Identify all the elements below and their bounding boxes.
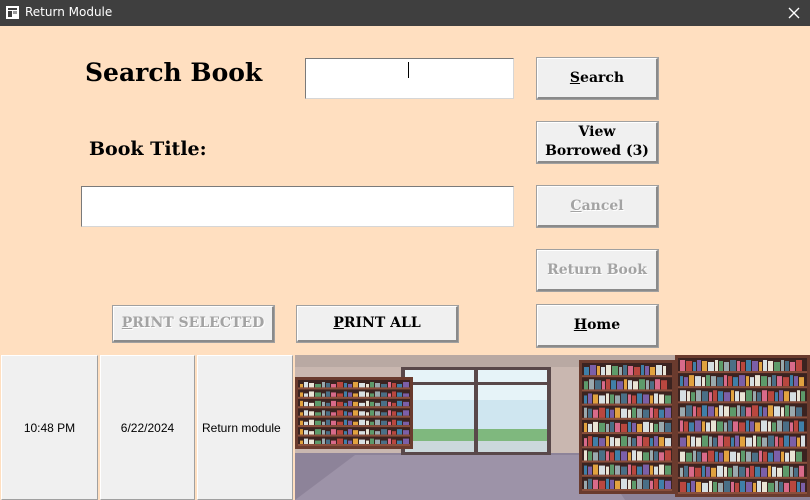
cancel-button-mnemonic: C bbox=[570, 197, 582, 214]
app-form-icon bbox=[6, 6, 19, 19]
return-book-button[interactable]: Return Book bbox=[537, 250, 658, 291]
cancel-button-label: ancel bbox=[581, 197, 624, 214]
print-all-button[interactable]: P RINT ALL bbox=[297, 306, 458, 342]
status-time-panel: 10:48 PM bbox=[1, 355, 98, 500]
view-borrowed-line1: View bbox=[578, 124, 616, 140]
status-module-panel: Return module bbox=[197, 355, 293, 500]
home-button[interactable]: Home bbox=[537, 305, 658, 347]
print-selected-mnemonic: P bbox=[121, 315, 133, 331]
search-button-mnemonic: S bbox=[569, 69, 581, 86]
close-button[interactable] bbox=[778, 0, 810, 26]
search-input[interactable] bbox=[305, 58, 514, 99]
status-date: 6/22/2024 bbox=[120, 420, 175, 435]
print-all-mnemonic: P bbox=[333, 315, 344, 331]
text-caret bbox=[408, 62, 409, 78]
search-button[interactable]: Search bbox=[537, 58, 658, 99]
library-illustration bbox=[295, 355, 810, 500]
home-button-mnemonic: H bbox=[573, 317, 588, 333]
close-icon bbox=[788, 7, 800, 19]
status-module: Return module bbox=[202, 420, 281, 435]
status-date-panel: 6/22/2024 bbox=[100, 355, 195, 500]
window-title: Return Module bbox=[25, 5, 113, 19]
search-button-label: earch bbox=[580, 69, 625, 86]
cancel-button[interactable]: Cancel bbox=[537, 186, 658, 227]
title-bar: Return Module bbox=[0, 0, 810, 26]
print-selected-button[interactable]: P RINT SELECTED bbox=[113, 306, 274, 342]
print-all-label: RINT ALL bbox=[343, 315, 421, 331]
home-button-label: ome bbox=[587, 317, 621, 333]
view-borrowed-line2: Borrowed (3) bbox=[545, 143, 649, 159]
book-title-field[interactable] bbox=[81, 186, 514, 227]
print-selected-label: RINT SELECTED bbox=[132, 315, 265, 331]
return-module-window: Return Module Search Book Book Title: Se… bbox=[0, 0, 810, 500]
book-title-label: Book Title: bbox=[89, 138, 207, 160]
library-bookshelves-image bbox=[295, 355, 810, 500]
view-borrowed-button[interactable]: View Borrowed (3) bbox=[537, 122, 658, 163]
status-time: 10:48 PM bbox=[23, 420, 76, 435]
return-book-button-label: Return Book bbox=[547, 261, 647, 278]
search-book-heading: Search Book bbox=[85, 58, 263, 87]
